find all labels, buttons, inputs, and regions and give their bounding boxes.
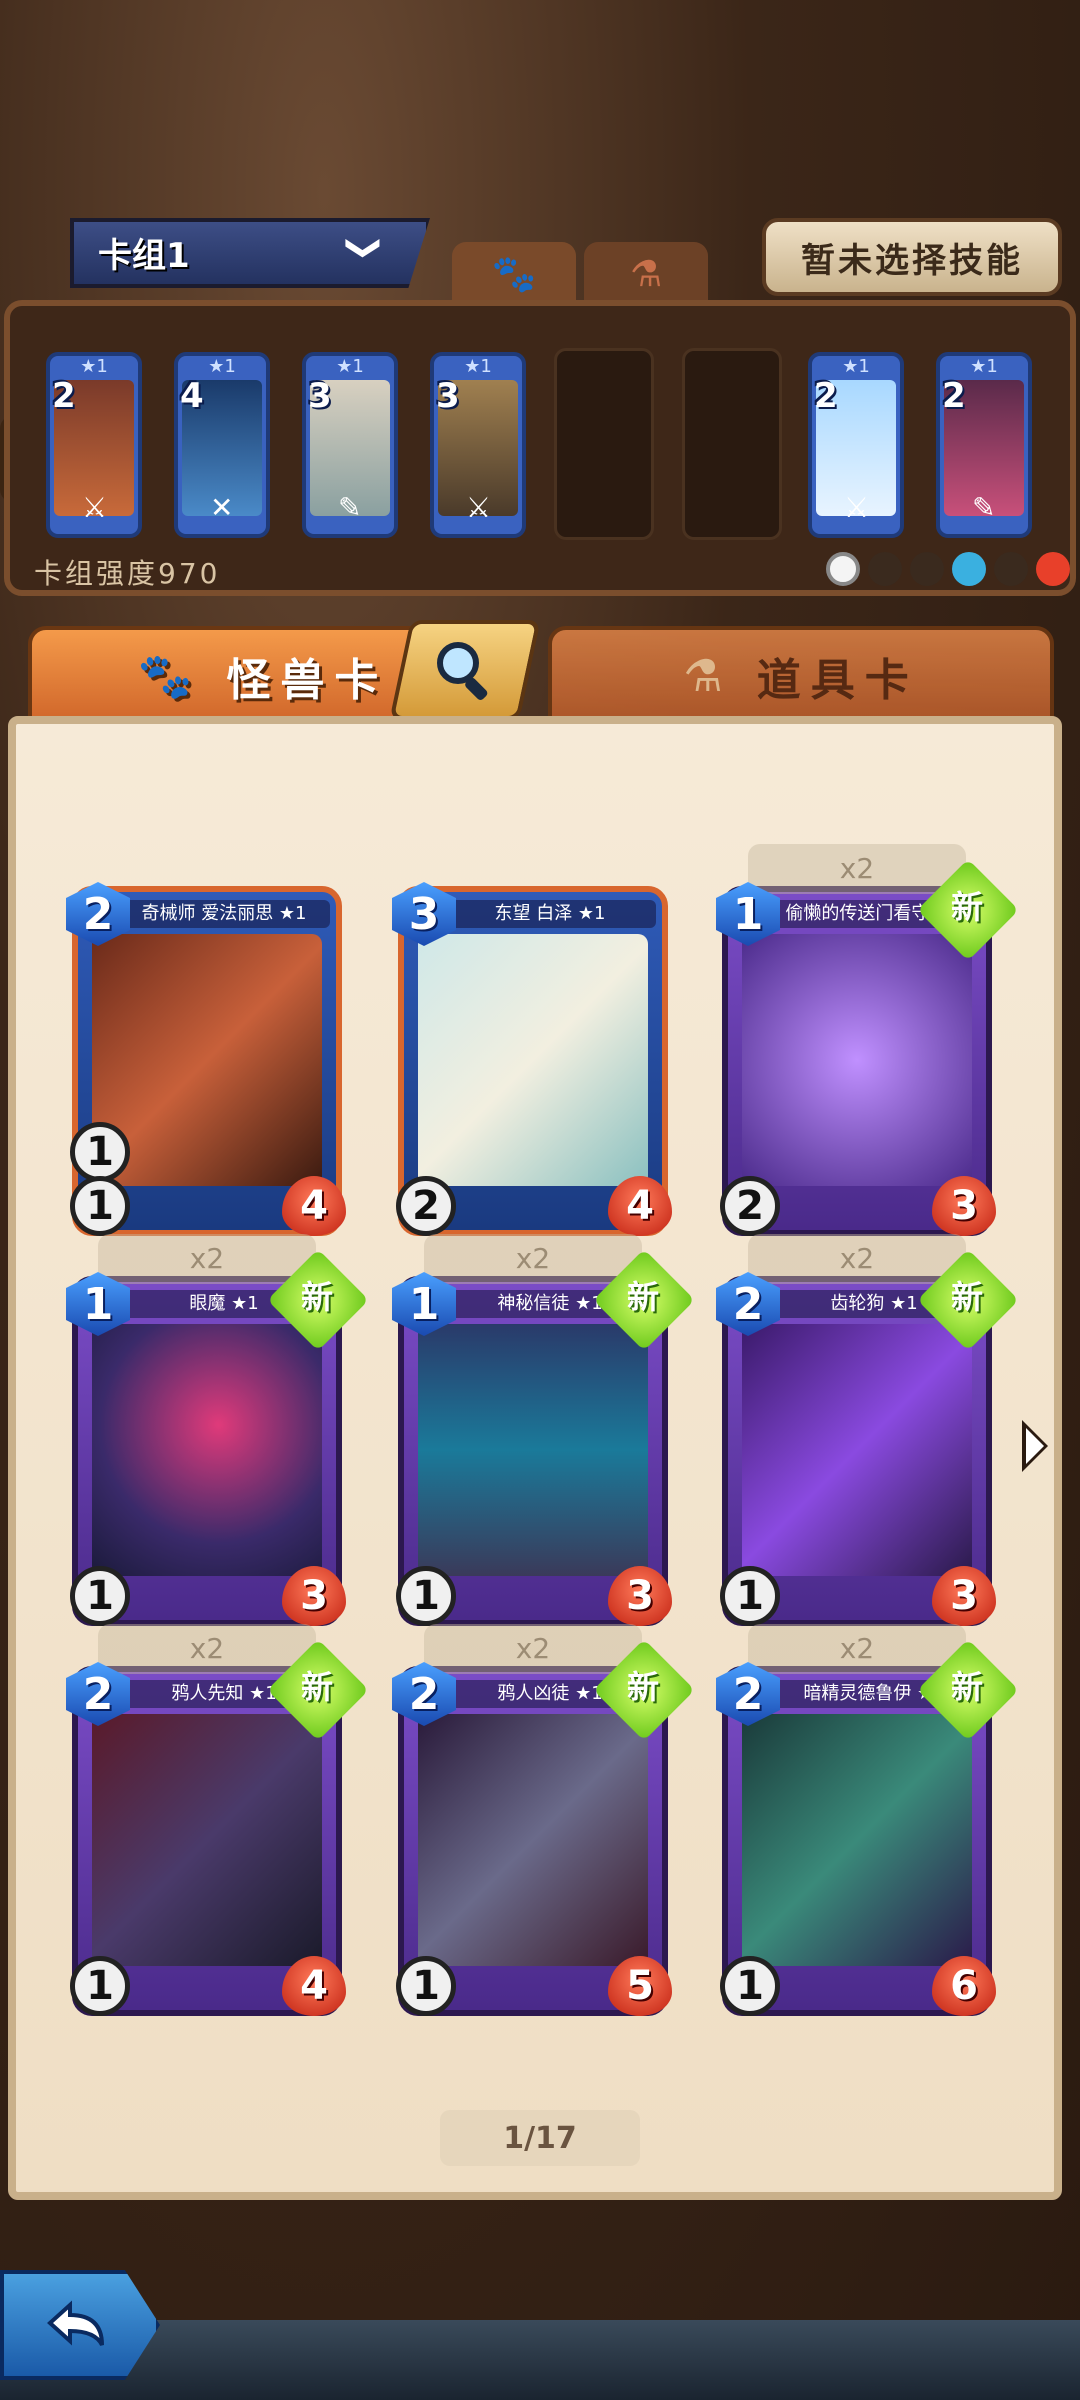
staff-icon: ✎ xyxy=(338,491,362,524)
sword-icon: ⚔ xyxy=(844,491,870,524)
card-art xyxy=(92,1714,322,1966)
new-badge-label: 新 xyxy=(300,1278,333,1316)
card-attack: 1 xyxy=(396,1566,456,1626)
bottom-bar xyxy=(0,2320,1080,2400)
deck-card-slot[interactable]: ★1 3 ✎ xyxy=(302,352,398,538)
collection-card[interactable]: x2 鸦人先知 ★1 2 1 4 新 xyxy=(66,1624,369,2016)
deck-card-slot[interactable]: ★1 3 ⚔ xyxy=(430,352,526,538)
card-stars: ★1 xyxy=(336,356,364,377)
deck-empty-slot[interactable] xyxy=(682,348,782,540)
card-art xyxy=(418,934,648,1186)
potion-icon: ⚗ xyxy=(683,650,733,702)
card-art xyxy=(418,1324,648,1576)
card-stars: ★1 xyxy=(970,356,998,377)
card-cost: 2 xyxy=(942,376,966,416)
card-cost: 2 xyxy=(52,376,76,416)
card-attack: 1 xyxy=(70,1956,130,2016)
new-badge-label: 新 xyxy=(950,1278,983,1316)
card-cost: 2 xyxy=(814,376,838,416)
card-stars: ★1 xyxy=(80,356,108,377)
potion-icon: ⚗ xyxy=(629,253,663,295)
new-badge-label: 新 xyxy=(300,1668,333,1706)
deck-card-slot[interactable]: ★1 2 ✎ xyxy=(936,352,1032,538)
card-art xyxy=(742,1324,972,1576)
staff-icon: ✎ xyxy=(972,491,996,524)
collection-card[interactable]: x2 神秘信徒 ★1 1 1 3 新 xyxy=(392,1234,695,1626)
card-health: 3 xyxy=(608,1566,672,1626)
tab-deck-monster[interactable]: 🐾 xyxy=(452,242,576,306)
deck-card-slot[interactable]: ★1 4 ✕ xyxy=(174,352,270,538)
collection-card[interactable]: 东望 白泽 ★1 3 2 4 xyxy=(392,882,672,1236)
card-art xyxy=(742,934,972,1186)
collection-card[interactable]: x2 鸦人凶徒 ★1 2 1 5 新 xyxy=(392,1624,695,2016)
sword-icon: ⚔ xyxy=(466,491,492,524)
card-health: 3 xyxy=(932,1176,996,1236)
tab-deck-item[interactable]: ⚗ xyxy=(584,242,708,306)
card-title: 东望 白泽 ★1 xyxy=(444,900,656,928)
card-range: 1 xyxy=(70,1122,130,1182)
card-art xyxy=(742,1714,972,1966)
new-badge-label: 新 xyxy=(950,888,983,926)
paw-icon: 🐾 xyxy=(491,254,537,295)
card-art xyxy=(92,1324,322,1576)
card-attack: 1 xyxy=(70,1176,130,1236)
skill-select-button[interactable]: 暂未选择技能 xyxy=(762,218,1062,296)
card-health: 6 xyxy=(932,1956,996,2016)
neutral-element-icon xyxy=(826,552,860,586)
card-cost: 3 xyxy=(308,376,332,416)
tab-item-cards[interactable]: ⚗ 道具卡 xyxy=(548,626,1054,726)
chevron-down-icon[interactable]: ❯ xyxy=(344,234,384,263)
element-indicators xyxy=(826,552,1070,586)
back-arrow-icon xyxy=(47,2300,104,2347)
collection-card[interactable]: x2 眼魔 ★1 1 1 3 新 xyxy=(66,1234,369,1626)
page-indicator: 1/17 xyxy=(440,2110,640,2166)
earth-element-icon xyxy=(868,552,902,586)
card-health: 4 xyxy=(608,1176,672,1236)
card-stars: ★1 xyxy=(208,356,236,377)
tab-monster-label: 怪兽卡 xyxy=(226,655,389,706)
card-attack: 1 xyxy=(720,1956,780,2016)
new-badge-label: 新 xyxy=(626,1278,659,1316)
deck-empty-slot[interactable] xyxy=(554,348,654,540)
deck-strength: 卡组强度970 xyxy=(34,557,221,590)
sword-icon: ⚔ xyxy=(82,491,108,524)
deck-card-slot[interactable]: ★1 2 ⚔ xyxy=(808,352,904,538)
tab-item-label: 道具卡 xyxy=(756,655,919,706)
sword-icon: ✕ xyxy=(210,491,234,524)
search-icon xyxy=(437,642,488,700)
fire-element-icon xyxy=(1036,552,1070,586)
card-title: 奇械师 爱法丽思 ★1 xyxy=(118,900,330,928)
card-art xyxy=(418,1714,648,1966)
paw-icon: 🐾 xyxy=(137,651,203,702)
card-attack: 1 xyxy=(70,1566,130,1626)
collection-card[interactable]: x2 齿轮狗 ★1 2 1 3 新 xyxy=(716,1234,1019,1626)
card-attack: 1 xyxy=(396,1956,456,2016)
deck-card-slot[interactable]: ★1 2 ⚔ xyxy=(46,352,142,538)
nature-element-icon xyxy=(910,552,944,586)
card-stars: ★1 xyxy=(842,356,870,377)
card-health: 4 xyxy=(282,1176,346,1236)
card-attack: 1 xyxy=(720,1566,780,1626)
new-badge-label: 新 xyxy=(626,1668,659,1706)
card-stars: ★1 xyxy=(464,356,492,377)
card-health: 5 xyxy=(608,1956,672,2016)
collection-card[interactable]: x2 暗精灵德鲁伊 ★1 2 1 6 新 xyxy=(716,1624,1019,2016)
collection-card[interactable]: x2 偷懒的传送门看守 ★1 1 2 3 新 xyxy=(716,844,1019,1236)
next-page-arrow-fill xyxy=(1026,1428,1044,1464)
card-health: 3 xyxy=(282,1566,346,1626)
card-cost: 3 xyxy=(436,376,460,416)
card-health: 4 xyxy=(282,1956,346,2016)
collection-card[interactable]: 奇械师 爱法丽思 ★1 2 1 1 4 xyxy=(66,882,346,1236)
deck-name: 卡组1 xyxy=(98,236,190,276)
card-attack: 2 xyxy=(720,1176,780,1236)
card-attack: 2 xyxy=(396,1176,456,1236)
wind-element-icon xyxy=(994,552,1028,586)
card-cost: 4 xyxy=(180,376,204,416)
card-health: 3 xyxy=(932,1566,996,1626)
new-badge-label: 新 xyxy=(950,1668,983,1706)
water-element-icon xyxy=(952,552,986,586)
search-button[interactable] xyxy=(389,620,541,720)
